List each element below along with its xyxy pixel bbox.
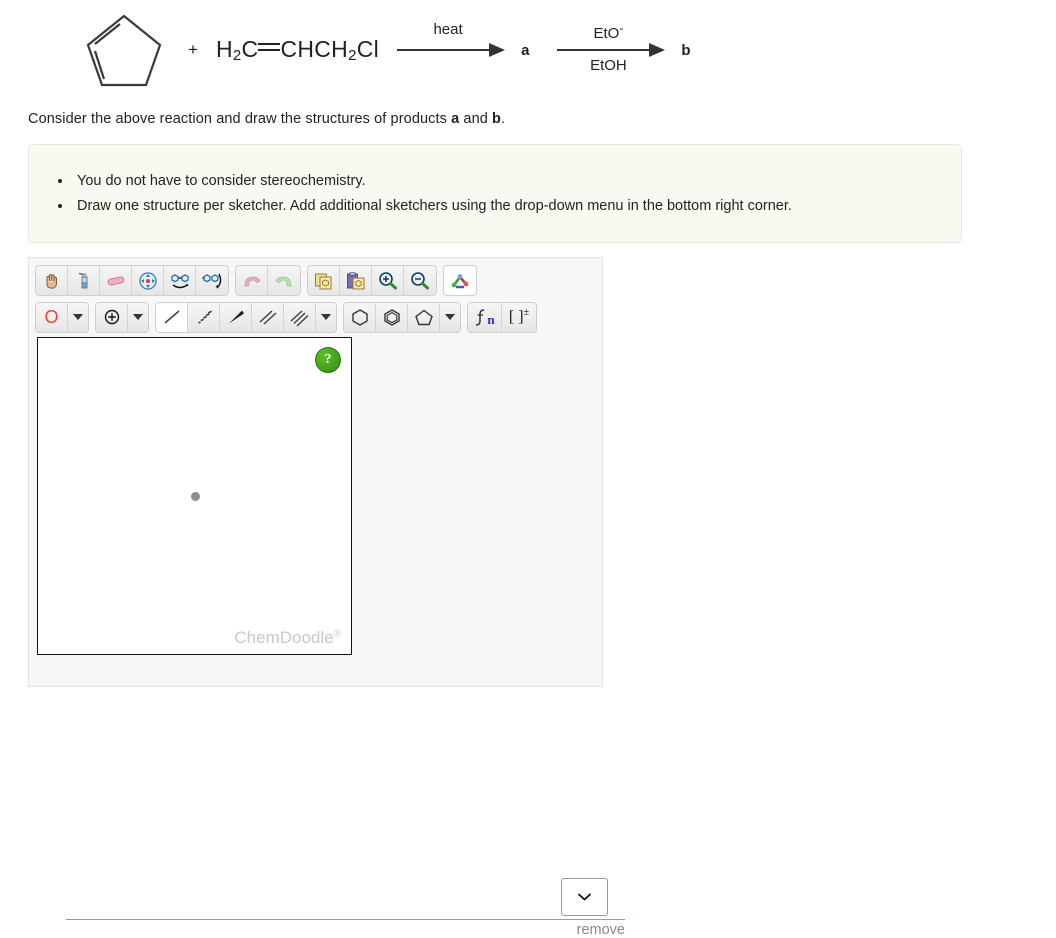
instructions-box: You do not have to consider stereochemis…	[28, 144, 962, 243]
formula-h-sub: 2	[232, 47, 242, 64]
prompt-text-after: .	[501, 111, 506, 127]
cyclopentadiene-structure	[86, 14, 162, 87]
zoom-in-icon[interactable]	[372, 266, 404, 295]
canvas-center-dot	[190, 492, 200, 501]
repeat-chain-label: n	[487, 311, 495, 327]
center-target-icon[interactable]	[132, 266, 164, 295]
formula-c: C	[241, 36, 259, 62]
chevron-down-icon	[321, 314, 331, 320]
solid-wedge-bond-icon[interactable]	[220, 302, 252, 332]
chemdoodle-watermark: ChemDoodle®	[234, 628, 341, 648]
footer-divider	[66, 919, 625, 920]
prompt-text-before: Consider the above reaction and draw the…	[28, 111, 452, 127]
arrow-2-head	[649, 43, 666, 57]
reaction-scheme: + H2C CHCH2Cl heat a EtO- EtOH b	[28, 0, 1028, 100]
chevron-down-icon	[133, 314, 143, 320]
toolbar-group-bonds	[155, 301, 337, 333]
atom-label-o-button[interactable]: O	[36, 302, 68, 332]
question-prompt: Consider the above reaction and draw the…	[28, 111, 505, 127]
atom-label-dropdown-arrow[interactable]	[68, 302, 88, 332]
toolbar-group-charge	[95, 301, 149, 333]
add-sketcher-dropdown[interactable]	[561, 878, 608, 916]
formula-ch-sub: 2	[348, 47, 357, 64]
undo-icon[interactable]	[236, 266, 268, 295]
product-a-label: a	[521, 41, 530, 59]
formula-cl: Cl	[356, 36, 380, 62]
charge-plus-icon[interactable]	[96, 302, 128, 332]
chevron-down-icon	[73, 314, 83, 320]
remove-sketcher-link[interactable]: remove	[526, 922, 625, 938]
list-item: You do not have to consider stereochemis…	[73, 169, 961, 194]
chemdoodle-sketcher-panel: O n []± ? ChemDoodle® remove	[28, 257, 625, 938]
benzene-ring-icon[interactable]	[376, 302, 408, 332]
clear-bottle-icon[interactable]	[68, 266, 100, 295]
flip-horizontal-icon[interactable]	[164, 266, 196, 295]
plus-sign: +	[188, 40, 198, 59]
arrow-2-reagent: EtO	[593, 25, 620, 42]
arrow-2-line	[557, 49, 652, 51]
chevron-down-icon	[445, 314, 455, 320]
list-item: Draw one structure per sketcher. Add add…	[73, 194, 961, 219]
bond-dropdown-arrow[interactable]	[316, 302, 336, 332]
hashed-wedge-bond-icon[interactable]	[188, 302, 220, 332]
prompt-bold-b: b	[492, 111, 501, 127]
double-bond-icon[interactable]	[252, 302, 284, 332]
toolbar-group-atom: O	[35, 301, 89, 333]
paste-icon[interactable]	[340, 266, 372, 295]
ring-dropdown-arrow[interactable]	[440, 302, 460, 332]
bracket-text: [ ]	[508, 308, 524, 326]
watermark-registered-icon: ®	[333, 628, 341, 640]
triple-bond-icon[interactable]	[284, 302, 316, 332]
formula-ch: CHCH	[280, 36, 349, 62]
arrow-1-condition-above: heat	[433, 21, 463, 38]
arrow-2-reagent-charge: -	[619, 21, 624, 35]
zoom-out-icon[interactable]	[404, 266, 436, 295]
instructions-list: You do not have to consider stereochemis…	[29, 145, 961, 219]
sketcher-toolbar-row-1	[29, 258, 602, 297]
toolbar-group-clipboard-zoom	[307, 265, 437, 296]
chevron-down-icon	[578, 893, 591, 901]
arrow-2-condition-above: EtO-	[553, 21, 663, 42]
toolbar-group-clean	[443, 265, 477, 296]
toolbar-group-edit	[35, 265, 229, 296]
arrow-2-condition-below: EtOH	[590, 57, 627, 74]
charge-dropdown-arrow[interactable]	[128, 302, 148, 332]
repeat-chain-icon[interactable]: n	[468, 302, 502, 332]
reaction-arrow-2: EtO- EtOH	[553, 13, 671, 87]
toolbar-group-advanced: n [ ]±	[467, 301, 537, 333]
arrow-1-head	[489, 43, 506, 57]
flip-vertical-icon[interactable]	[196, 266, 228, 295]
copy-icon[interactable]	[308, 266, 340, 295]
sketcher-toolbar-row-2: O n []±	[29, 297, 602, 335]
atom-label-o-text: O	[44, 307, 59, 327]
clean-structure-icon[interactable]	[444, 266, 476, 295]
reaction-arrow-1: heat	[393, 13, 511, 87]
eraser-icon[interactable]	[100, 266, 132, 295]
prompt-text-middle: and	[459, 111, 493, 127]
pan-hand-icon[interactable]	[36, 266, 68, 295]
redo-icon[interactable]	[268, 266, 300, 295]
cyclohexane-ring-icon[interactable]	[344, 302, 376, 332]
toolbar-group-history	[235, 265, 301, 296]
double-bond-glyph	[258, 41, 281, 55]
help-icon[interactable]: ?	[315, 347, 341, 373]
formula-h: H	[215, 36, 233, 62]
single-bond-icon[interactable]	[156, 302, 188, 332]
toolbar-group-rings	[343, 301, 461, 333]
bracket-charge-label: [ ]±	[509, 308, 529, 325]
product-b-label: b	[681, 41, 691, 59]
sketcher-canvas[interactable]: ? ChemDoodle®	[37, 337, 352, 655]
cyclopentane-ring-icon[interactable]	[408, 302, 440, 332]
arrow-1-line	[397, 49, 492, 51]
bracket-sup: ±	[523, 307, 530, 319]
watermark-text: ChemDoodle	[234, 628, 334, 647]
bracket-charge-icon[interactable]: [ ]±	[502, 302, 536, 332]
allyl-chloride-formula: H2C CHCH2Cl	[216, 36, 379, 64]
